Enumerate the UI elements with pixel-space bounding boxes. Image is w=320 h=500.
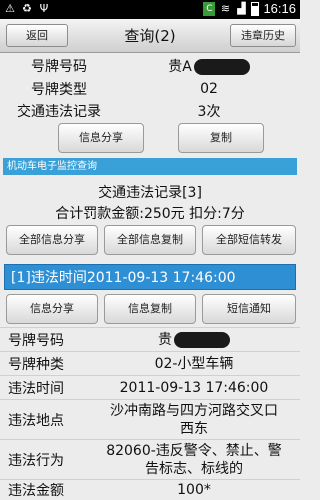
wifi-icon: ≋: [220, 2, 231, 15]
detail-row: 号牌种类 02-小型车辆: [0, 351, 300, 375]
info-share-button[interactable]: 信息分享: [58, 123, 144, 153]
record-count-value: 3次: [197, 104, 221, 120]
violation-history-button[interactable]: 违章历史: [230, 24, 296, 47]
copy-all-button[interactable]: 全部信息复制: [104, 225, 196, 255]
violation-copy-button[interactable]: 信息复制: [104, 294, 196, 324]
plate-type-label: 号牌类型: [31, 82, 87, 98]
recycle-icon: ♻: [22, 2, 32, 15]
summary-record-row: 交通违法记录 3次: [0, 101, 300, 121]
battery-icon: [251, 2, 260, 16]
page-title: 查询(2): [124, 27, 176, 45]
sms-all-button[interactable]: 全部短信转发: [202, 225, 296, 255]
status-bar: ⚠ ♻ Ψ C ≋ ▟ 16:16: [0, 0, 300, 19]
detail-value: 沙冲南路与四方河路交叉口: [110, 402, 278, 419]
detail-value: 02-小型车辆: [154, 355, 234, 372]
detail-value: 贵: [158, 331, 172, 348]
detail-row: 号牌号码 贵: [0, 327, 300, 351]
detail-label: 违法地点: [8, 412, 64, 429]
summary-plate-row: 号牌号码 贵A: [0, 56, 300, 76]
copy-button[interactable]: 复制: [178, 123, 264, 153]
detail-value-cont: 告标志、标线的: [145, 460, 243, 477]
summary-type-row: 号牌类型 02: [0, 79, 300, 99]
signal-icon: ▟: [237, 2, 246, 15]
back-button[interactable]: 返回: [6, 24, 68, 47]
record-count-label: 交通违法记录: [17, 104, 101, 120]
detail-value-cont: 西东: [180, 420, 208, 437]
redaction-mask: [193, 59, 250, 75]
title-bar: 返回 查询(2) 违章历史: [0, 19, 300, 53]
detail-row: 违法金额 100*: [0, 479, 300, 500]
violation-share-button[interactable]: 信息分享: [6, 294, 98, 324]
detail-value: 82060-违反警令、禁止、警: [106, 442, 282, 459]
violation-sms-button[interactable]: 短信通知: [202, 294, 296, 324]
share-all-button[interactable]: 全部信息分享: [6, 225, 98, 255]
sim-icon: C: [203, 2, 216, 16]
detail-label: 违法行为: [8, 452, 64, 469]
records-totals: 合计罚款金额:250元 扣分:7分: [55, 206, 245, 222]
usb-icon: Ψ: [39, 2, 49, 15]
detail-row: 违法时间 2011-09-13 17:46:00: [0, 375, 300, 399]
violation-banner[interactable]: [1]违法时间2011-09-13 17:46:00: [4, 264, 296, 290]
detail-row: 违法地点 沙冲南路与四方河路交叉口 西东: [0, 399, 300, 439]
detail-value: 100*: [177, 482, 211, 498]
plate-type-value: 02: [200, 81, 218, 97]
clock: 16:16: [263, 1, 296, 16]
detail-value: 2011-09-13 17:46:00: [119, 379, 269, 396]
detail-label: 号牌种类: [8, 356, 64, 373]
plate-value: 贵A: [168, 59, 192, 75]
detail-label: 号牌号码: [8, 332, 64, 349]
detail-label: 违法时间: [8, 380, 64, 397]
records-title: 交通违法记录[3]: [98, 185, 202, 201]
plate-label: 号牌号码: [31, 59, 87, 75]
detail-label: 违法金额: [8, 483, 64, 499]
detail-row: 违法行为 82060-违反警令、禁止、警 告标志、标线的: [0, 439, 300, 479]
warning-icon: ⚠: [5, 2, 15, 15]
redaction-mask: [174, 331, 230, 348]
section-header: 机动车电子监控查询: [3, 158, 297, 175]
